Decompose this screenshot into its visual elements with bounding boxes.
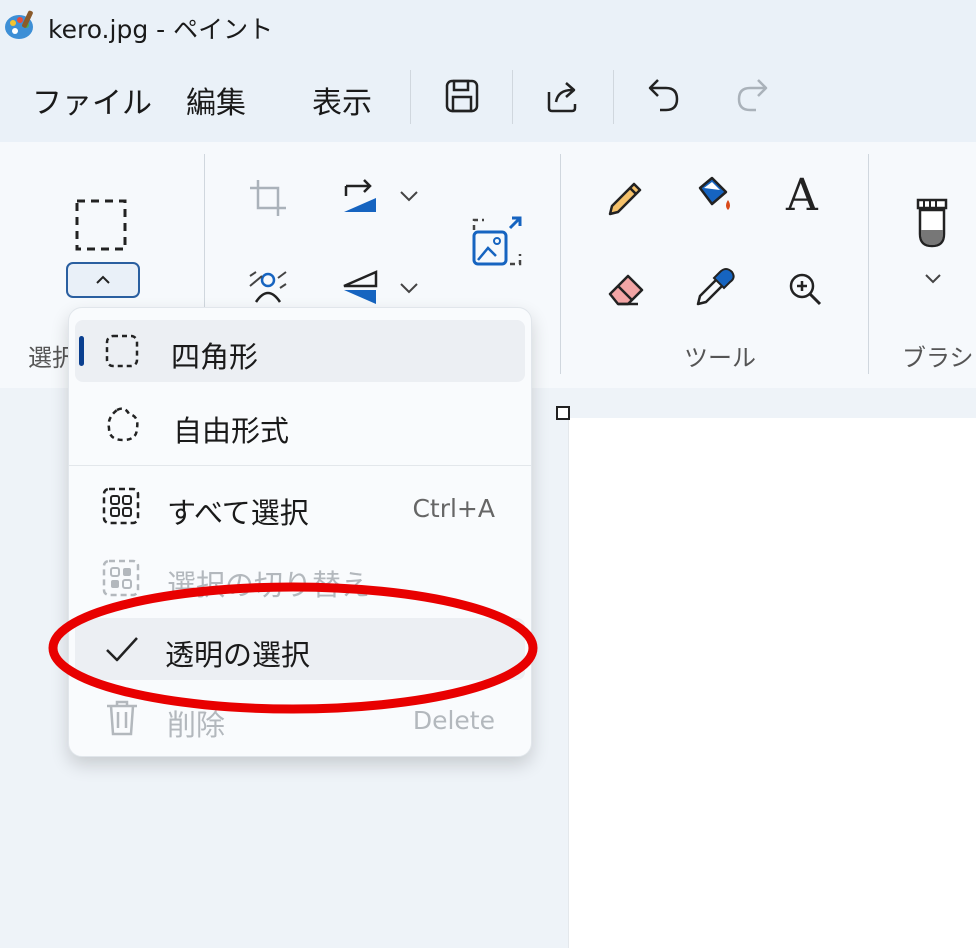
group-label-brushes: ブラシ [902,344,974,372]
ribbon-divider [560,154,561,374]
paint-app-icon [5,10,33,39]
menu-item-select-all[interactable]: すべて選択 Ctrl+A [75,476,525,538]
menu-divider [512,70,513,124]
canvas-resize-handle[interactable] [556,406,570,420]
redo-icon [737,79,768,112]
menu-divider [613,70,614,124]
pencil-icon[interactable] [604,176,646,218]
free-form-select-icon [107,407,139,442]
eraser-icon[interactable] [604,266,648,310]
undo-icon[interactable] [646,76,682,114]
trash-icon [107,700,137,736]
window-title: kero.jpg - ペイント [48,15,274,44]
menu-item-delete: 削除 Delete [75,688,525,750]
menu-file[interactable]: ファイル [32,78,152,122]
resize-image-icon[interactable] [470,216,524,268]
remove-background-icon[interactable] [248,270,288,304]
chevron-down-icon[interactable] [398,186,420,206]
menu-item-transparent-selection[interactable]: 透明の選択 [75,618,525,680]
menu-item-invert-selection: 選択の切り替え [75,548,525,610]
menu-item-shortcut: Delete [412,706,495,735]
invert-selection-icon [102,559,140,597]
rotate-icon[interactable] [340,176,380,216]
menu-item-label: すべて選択 [167,496,309,530]
chevron-up-icon [96,275,110,284]
save-icon[interactable] [444,78,480,114]
menu-view[interactable]: 表示 [312,78,372,122]
rectangle-select-icon [105,334,139,368]
menu-edit[interactable]: 編集 [186,78,246,122]
ribbon-divider [868,154,869,374]
select-all-icon [102,487,140,525]
selection-dropdown-button[interactable] [66,262,140,298]
share-icon[interactable] [544,78,582,114]
menu-item-label: 削除 [167,708,226,742]
menu-item-label: 四角形 [171,340,259,374]
menu-item-rectangle[interactable]: 四角形 [75,320,525,382]
chevron-down-icon[interactable] [922,270,944,288]
checkmark-icon [106,637,138,662]
menu-item-free-form[interactable]: 自由形式 [75,394,525,456]
menu-bar: ファイル 編集 表示 [0,54,976,142]
magnifier-icon[interactable] [786,270,824,308]
menu-item-label: 自由形式 [173,414,290,448]
color-picker-icon[interactable] [694,266,736,310]
rectangle-select-icon[interactable] [74,198,128,252]
group-label-tools: ツール [684,344,756,372]
selection-dropdown-menu: 四角形 自由形式 すべて選択 Ctrl+A 選択の切り替え 透明の選択 削除 D… [68,307,532,757]
menu-item-label: 透明の選択 [165,638,311,672]
menu-item-shortcut: Ctrl+A [412,494,495,523]
chevron-down-icon[interactable] [398,278,420,298]
flip-icon[interactable] [340,268,380,308]
menu-divider [410,70,411,124]
selected-indicator [79,336,84,366]
menu-divider [69,465,531,466]
brush-icon[interactable] [914,198,950,250]
title-bar: kero.jpg - ペイント [0,0,976,54]
menu-item-label: 選択の切り替え [167,568,371,602]
text-tool-icon[interactable]: A [786,170,818,221]
crop-icon [250,180,286,216]
drawing-canvas[interactable] [568,418,976,948]
fill-bucket-icon[interactable] [692,174,736,218]
